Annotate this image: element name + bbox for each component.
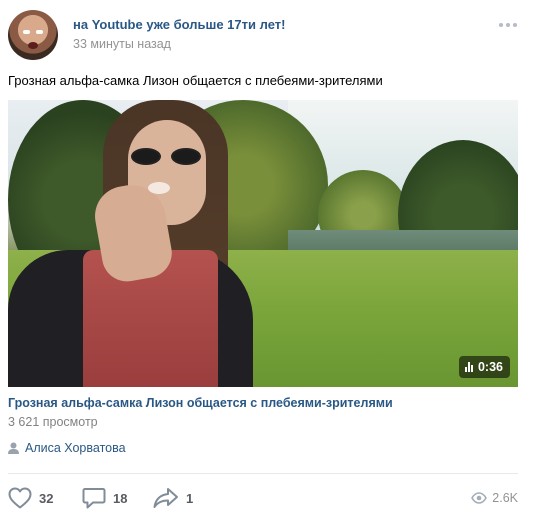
avatar-mouth — [28, 42, 38, 49]
post-time[interactable]: 33 минуты назад — [73, 37, 171, 51]
video-views: 3 621 просмотр — [8, 415, 98, 429]
cigarette-smoke — [148, 182, 170, 194]
share-icon — [153, 488, 178, 508]
avatar-eye — [36, 30, 43, 34]
more-options-button[interactable] — [499, 20, 519, 30]
more-dot-icon — [506, 23, 510, 27]
share-count: 1 — [186, 490, 194, 506]
video-duration-badge: 0:36 — [458, 356, 510, 378]
comment-button[interactable]: 18 — [82, 486, 127, 510]
video-thumbnail[interactable]: 0:36 — [8, 100, 518, 387]
more-dot-icon — [513, 23, 517, 27]
comment-icon — [82, 488, 106, 509]
signer-name: Алиса Хорватова — [25, 441, 126, 455]
post-actions: 32 18 1 2.6K — [0, 486, 537, 510]
like-count: 32 — [39, 490, 54, 506]
wall-post: на Youtube уже больше 17ти лет! 33 минут… — [0, 0, 537, 521]
sunglasses — [131, 148, 207, 166]
views-count: 2.6K — [492, 491, 518, 505]
author-avatar[interactable] — [8, 10, 58, 60]
video-duration: 0:36 — [477, 360, 503, 374]
video-title-link[interactable]: Грозная альфа-самка Лизон общается с пле… — [8, 396, 393, 410]
author-name[interactable]: на Youtube уже больше 17ти лет! — [73, 17, 285, 32]
more-dot-icon — [499, 23, 503, 27]
equalizer-icon — [464, 362, 473, 372]
like-button[interactable]: 32 — [8, 486, 53, 510]
heart-icon — [8, 487, 32, 509]
post-views: 2.6K — [471, 486, 518, 510]
post-signer[interactable]: Алиса Хорватова — [8, 440, 126, 456]
video-person — [8, 100, 258, 387]
user-icon — [8, 442, 19, 454]
avatar-eye — [23, 30, 30, 34]
actions-divider — [8, 473, 518, 474]
post-text: Грозная альфа-самка Лизон общается с пле… — [8, 73, 383, 88]
share-button[interactable]: 1 — [153, 486, 193, 510]
eye-icon — [471, 492, 488, 504]
comment-count: 18 — [113, 490, 128, 506]
